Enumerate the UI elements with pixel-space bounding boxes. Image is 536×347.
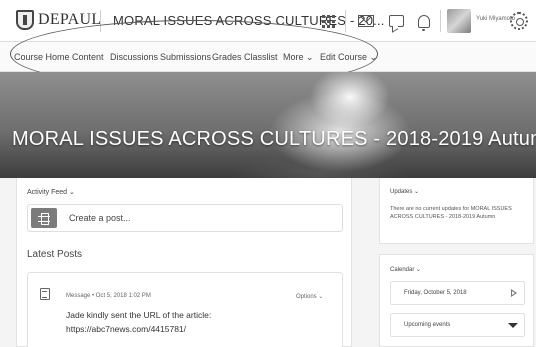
create-post-box[interactable]: Create a post...	[27, 204, 343, 232]
nav-discussions[interactable]: Discussions	[110, 52, 158, 62]
post-text: Jade kindly sent the URL of the article:	[66, 310, 212, 320]
shield-logo-icon	[16, 10, 34, 30]
latest-posts-heading: Latest Posts	[27, 249, 83, 260]
nav-grades[interactable]: Grades	[212, 52, 242, 62]
header-divider	[345, 10, 346, 32]
banner-title: MORAL ISSUES ACROSS CULTURES - 2018-2019…	[12, 128, 536, 150]
updates-widget: Updates ⌄ There are no current updates f…	[379, 178, 534, 244]
caret-down-icon[interactable]	[508, 323, 518, 328]
header-divider	[440, 10, 441, 32]
bell-icon[interactable]	[414, 11, 434, 31]
course-banner: MORAL ISSUES ACROSS CULTURES - 2018-2019…	[0, 72, 536, 178]
nav-course-home[interactable]: Course Home	[14, 52, 70, 62]
activity-feed-dropdown[interactable]: Activity Feed ⌄	[27, 188, 75, 196]
upcoming-events-row[interactable]: Upcoming events	[390, 313, 525, 337]
course-title[interactable]: MORAL ISSUES ACROSS CULTURES - 20...	[113, 13, 385, 28]
course-navbar: Course Home Content Discussions Submissi…	[0, 42, 536, 72]
message-icon	[40, 288, 50, 300]
nav-content[interactable]: Content	[72, 52, 104, 62]
post-meta: Message • Oct 5, 2018 1:02 PM	[66, 293, 151, 299]
mail-icon[interactable]	[356, 11, 376, 31]
gear-icon[interactable]	[510, 12, 528, 30]
nav-submissions[interactable]: Submissions	[160, 52, 211, 62]
nav-more[interactable]: More ⌄	[283, 52, 314, 63]
calendar-dropdown[interactable]: Calendar ⌄	[390, 266, 421, 273]
calendar-date-row[interactable]: Friday, October 5, 2018	[390, 281, 525, 305]
updates-dropdown[interactable]: Updates ⌄	[390, 188, 419, 195]
create-post-placeholder[interactable]: Create a post...	[69, 213, 131, 223]
nav-edit-course[interactable]: Edit Course ⌄	[320, 52, 377, 63]
calendar-widget: Calendar ⌄ Friday, October 5, 2018 Upcom…	[379, 254, 534, 347]
updates-text: There are no current updates for MORAL I…	[390, 206, 512, 220]
activity-feed: Activity Feed ⌄ Create a post... Latest …	[16, 178, 352, 347]
nav-classlist[interactable]: Classlist	[244, 52, 278, 62]
post-card: Message • Oct 5, 2018 1:02 PM Options ⌄ …	[27, 272, 343, 347]
top-header: DEPAUL MORAL ISSUES ACROSS CULTURES - 20…	[0, 0, 536, 42]
create-post-icon[interactable]	[31, 208, 57, 228]
post-link[interactable]: https://abc7news.com/4415781/	[66, 324, 186, 334]
depaul-logo[interactable]: DEPAUL	[16, 9, 101, 31]
apps-grid-icon[interactable]	[318, 11, 338, 31]
header-divider	[100, 10, 101, 32]
calendar-date: Friday, October 5, 2018	[404, 290, 467, 296]
chat-icon[interactable]	[386, 11, 406, 31]
upcoming-events-label: Upcoming events	[404, 322, 451, 328]
post-options-button[interactable]: Options ⌄	[296, 293, 323, 300]
logo-text: DEPAUL	[38, 11, 102, 28]
next-arrow-icon[interactable]	[511, 289, 517, 297]
avatar[interactable]	[447, 9, 471, 33]
